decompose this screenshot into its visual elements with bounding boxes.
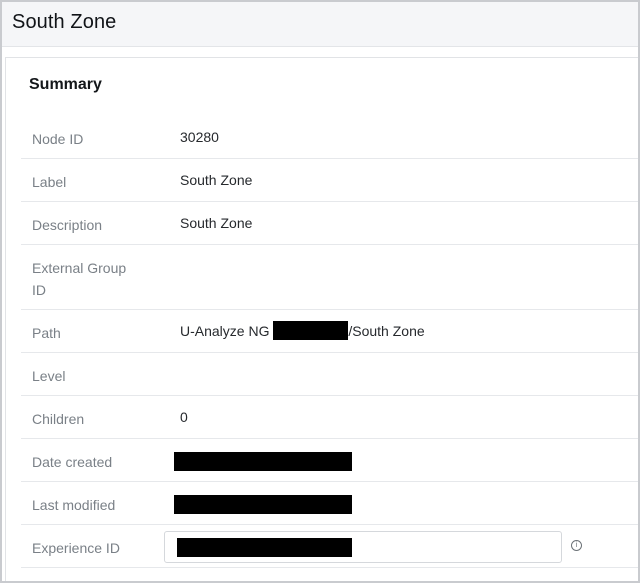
path-prefix: U-Analyze NG	[180, 323, 274, 339]
description-value: South Zone	[180, 215, 253, 231]
last-modified-redaction	[174, 495, 352, 514]
path-value: U-Analyze NG /South Zone	[180, 321, 425, 341]
row-last-modified: Last modified	[21, 482, 638, 525]
section-title: Summary	[29, 76, 102, 93]
experience-id-label: Experience ID	[32, 540, 120, 556]
node-id-label: Node ID	[32, 131, 84, 147]
row-description: Description South Zone	[21, 202, 638, 245]
last-modified-label: Last modified	[32, 497, 116, 513]
label-value: South Zone	[180, 172, 253, 188]
path-label: Path	[32, 325, 61, 341]
page-header: South Zone	[2, 2, 638, 47]
summary-rows: Node ID 30280 Label South Zone Descripti…	[21, 116, 638, 568]
path-redaction	[273, 321, 349, 341]
page-title: South Zone	[12, 11, 117, 33]
window-frame: South Zone Summary Node ID 30280 Label S…	[0, 0, 640, 583]
label-label: Label	[32, 174, 67, 190]
level-label: Level	[32, 368, 66, 384]
row-label: Label South Zone	[21, 159, 638, 202]
row-date-created: Date created	[21, 439, 638, 482]
node-id-value: 30280	[180, 129, 219, 145]
row-path: Path U-Analyze NG /South Zone	[21, 310, 638, 353]
row-level: Level	[21, 353, 638, 396]
date-created-redaction	[174, 452, 352, 471]
date-created-label: Date created	[32, 454, 113, 470]
summary-panel: Summary Node ID 30280 Label South Zone D…	[5, 57, 638, 581]
external-group-id-label: External Group ID	[32, 260, 127, 298]
experience-id-input[interactable]	[164, 531, 562, 563]
row-node-id: Node ID 30280	[21, 116, 638, 159]
row-external-group-id: External Group ID	[21, 245, 638, 310]
row-experience-id: Experience ID i	[21, 525, 638, 568]
experience-id-redaction	[177, 538, 352, 557]
children-label: Children	[32, 411, 85, 427]
info-circle-icon[interactable]: i	[571, 540, 582, 551]
row-children: Children 0	[21, 396, 638, 439]
path-suffix: /South Zone	[348, 323, 425, 339]
children-value: 0	[180, 409, 188, 425]
description-label: Description	[32, 217, 103, 233]
